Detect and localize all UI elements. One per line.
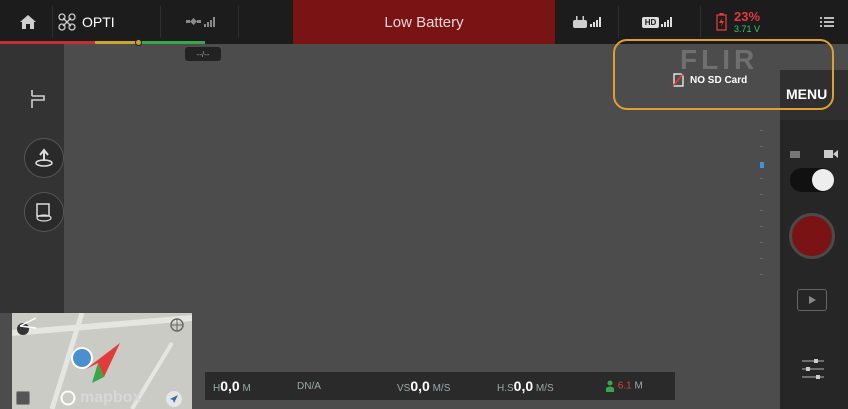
photo-mode-icon[interactable]: [790, 150, 800, 158]
battery-voltage: 3.71 V: [734, 24, 761, 34]
battery-status[interactable]: 23% 3.71 V: [708, 0, 788, 44]
list-menu-icon: [820, 17, 834, 27]
camera-settings-button[interactable]: [800, 355, 826, 383]
hd-video-signal[interactable]: HD: [622, 0, 692, 44]
auto-flight-icon[interactable]: [30, 86, 50, 110]
distance-readout: DN/A: [297, 381, 321, 392]
home-point-marker: [71, 347, 93, 369]
pilot-icon: [606, 380, 614, 392]
pilot-distance-readout: 6.1 M: [605, 380, 643, 392]
takeoff-icon: [35, 148, 53, 167]
flight-telemetry-bar: H0,0 M DN/A VS0,0 M/S H.S0,0 M/S 6.1 M: [205, 372, 675, 400]
flight-mode-button[interactable]: OPTI: [58, 0, 158, 44]
mapbox-logo: mapbox: [60, 389, 141, 407]
aircraft-icon: [58, 13, 76, 31]
map-zoom-button[interactable]: [16, 391, 30, 405]
progress-segment-green: [140, 41, 205, 44]
rth-marker: [135, 39, 142, 46]
left-toolbar: [0, 44, 64, 313]
battery-charging-icon: [716, 13, 727, 31]
divider: [160, 6, 161, 38]
home-icon: [20, 15, 36, 29]
vertical-speed-readout: VS0,0 M/S: [397, 378, 451, 394]
rc-signal-bars: [589, 17, 601, 27]
highlight-callout: [613, 39, 834, 110]
takeoff-button[interactable]: [24, 138, 64, 178]
dji-go-camera-view: OPTI Low Battery HD 23% 3.71 V --/-- MEN…: [0, 0, 848, 409]
record-button[interactable]: [789, 213, 835, 259]
locate-icon: [170, 395, 178, 403]
hd-badge: HD: [641, 16, 660, 28]
divider: [618, 6, 619, 38]
mapbox-icon: [60, 390, 76, 406]
video-mode-icon[interactable]: [824, 150, 838, 158]
remote-controller-icon: [572, 16, 587, 28]
toggle-knob: [812, 169, 834, 191]
divider: [52, 6, 53, 38]
map-recenter-button[interactable]: [166, 391, 182, 407]
rth-time-marker: --/--: [185, 47, 221, 61]
return-home-icon: [36, 203, 52, 222]
remote-controller-signal[interactable]: [556, 0, 616, 44]
height-readout: H0,0 M: [213, 378, 251, 394]
gps-signal[interactable]: [165, 0, 235, 44]
settings-list-button[interactable]: [806, 0, 848, 44]
battery-percent: 23%: [734, 9, 761, 24]
gps-signal-bars: [203, 17, 215, 27]
divider: [700, 6, 701, 38]
play-icon: [809, 296, 816, 304]
top-status-bar: OPTI Low Battery HD 23% 3.71 V: [0, 0, 848, 44]
sliders-icon: [802, 359, 824, 379]
progress-segment-yellow: [95, 41, 140, 44]
playback-button[interactable]: [797, 289, 827, 311]
return-to-home-button[interactable]: [24, 192, 64, 232]
map-collapse-button[interactable]: [16, 316, 40, 341]
home-button[interactable]: [8, 0, 48, 44]
satellite-icon: [185, 17, 201, 26]
flight-mode-label: OPTI: [82, 14, 115, 30]
arrow-collapse-icon: [17, 317, 37, 335]
hd-signal-bars: [661, 17, 673, 27]
horizontal-speed-readout: H.S0,0 M/S: [497, 378, 554, 394]
low-battery-alert[interactable]: Low Battery: [293, 0, 555, 44]
divider: [238, 6, 239, 38]
gimbal-scale: [760, 120, 766, 290]
